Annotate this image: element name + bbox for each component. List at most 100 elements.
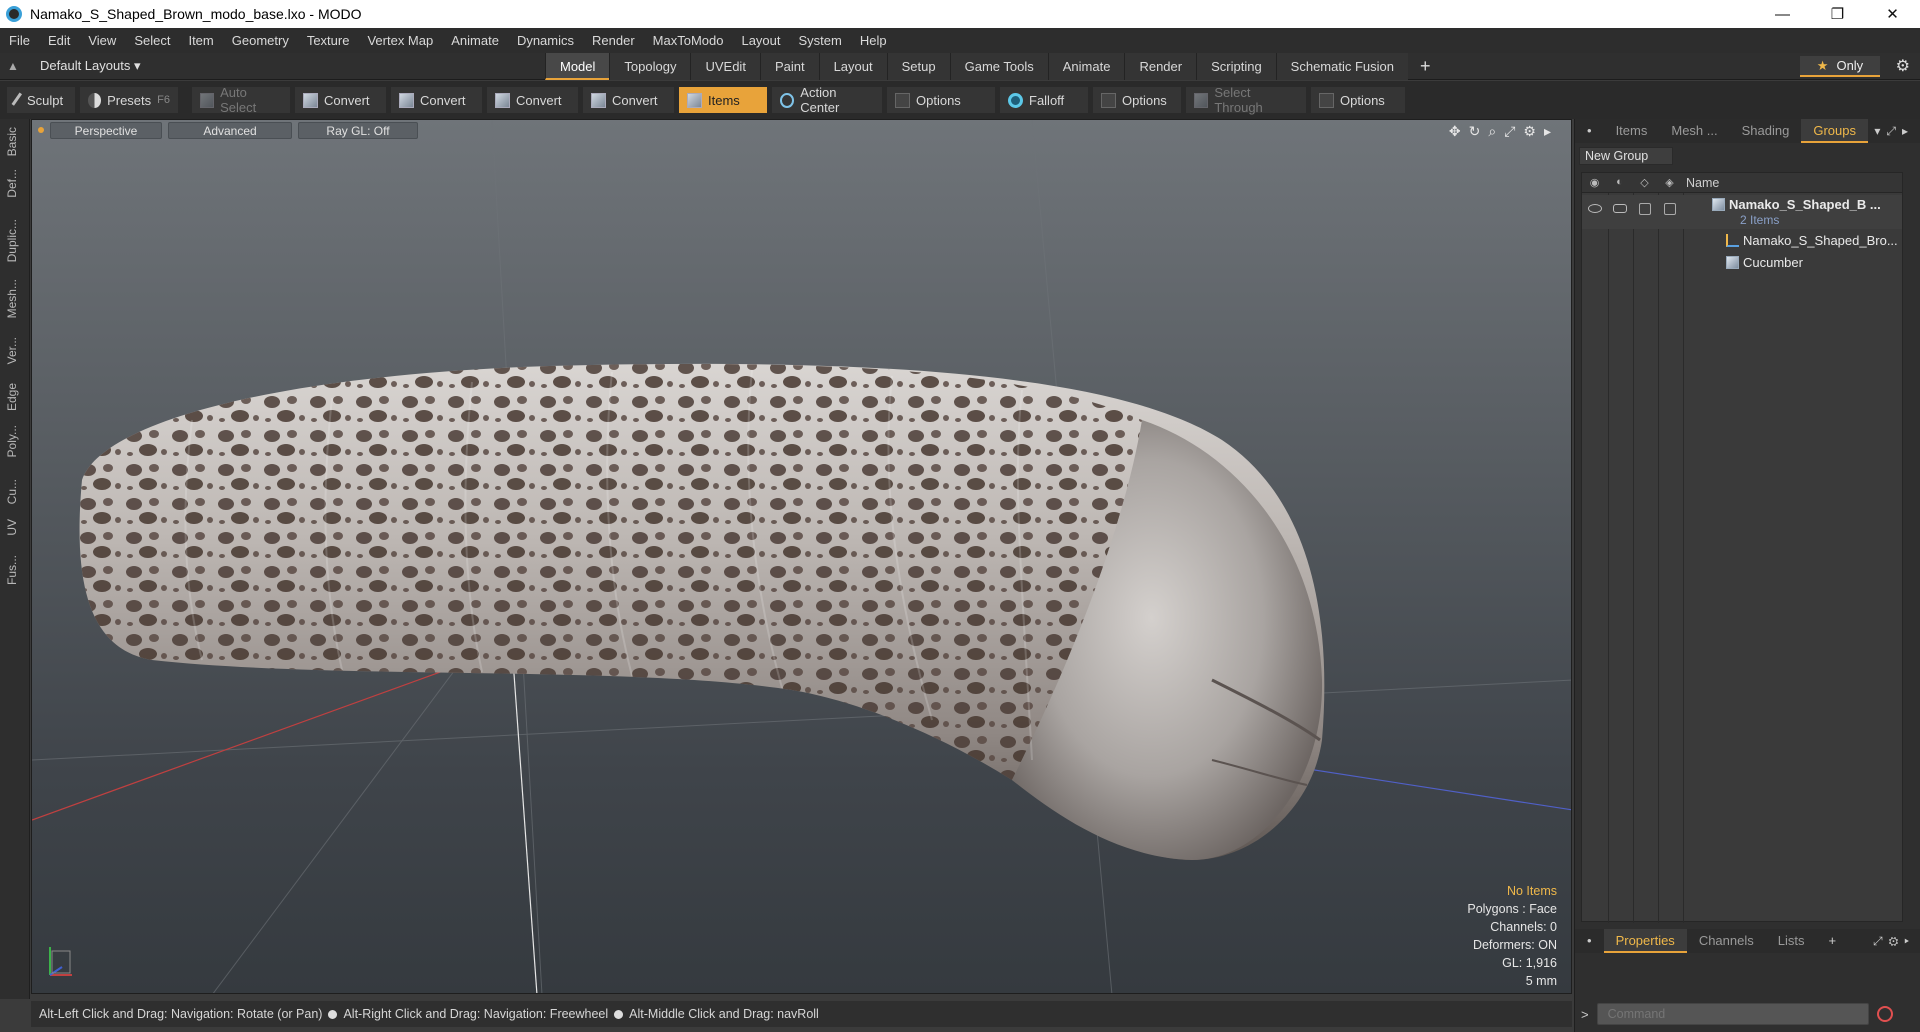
tab-render[interactable]: Render [1124, 52, 1197, 80]
tab-setup[interactable]: Setup [886, 52, 950, 80]
convert-materials-button[interactable]: Convert [582, 86, 675, 114]
viewport-settings-icon[interactable]: ⚙ [1523, 123, 1536, 140]
add-panel-tab-button[interactable]: + [1816, 929, 1848, 953]
strip-tab-curve[interactable]: Cu... [5, 479, 19, 504]
rotate-icon[interactable]: ↻ [1469, 123, 1481, 140]
items-mode-button[interactable]: Items [678, 86, 768, 114]
list-item[interactable]: Cucumber [1582, 253, 1902, 273]
convert-polygons-button[interactable]: Convert [486, 86, 579, 114]
tab-channels[interactable]: Channels [1687, 929, 1766, 953]
lock-column-icon[interactable]: ◇ [1632, 176, 1657, 189]
select-column-icon[interactable]: ◈ [1657, 176, 1682, 189]
menu-view[interactable]: View [79, 28, 125, 53]
presets-button[interactable]: Presets F6 [79, 86, 179, 114]
convert-edges-button[interactable]: Convert [390, 86, 483, 114]
strip-tab-deform[interactable]: Def... [5, 169, 19, 198]
select-toggle[interactable] [1664, 203, 1676, 215]
panel-menu-dot-icon[interactable]: • [1575, 119, 1604, 143]
menu-item[interactable]: Item [179, 28, 222, 53]
render-toggle-icon[interactable] [1613, 204, 1627, 213]
menu-select[interactable]: Select [125, 28, 179, 53]
tab-properties[interactable]: Properties [1603, 929, 1687, 953]
visibility-column-icon[interactable]: ◉ [1582, 176, 1607, 189]
group-row[interactable]: Namako_S_Shaped_B ... 2 Items [1582, 195, 1902, 229]
eye-icon[interactable] [1588, 204, 1602, 213]
strip-tab-uv[interactable]: UV [5, 519, 19, 536]
tab-uvedit[interactable]: UVEdit [690, 52, 760, 80]
tab-shading[interactable]: Shading [1730, 119, 1802, 143]
falloff-button[interactable]: Falloff [999, 86, 1089, 114]
panel-controls-icon[interactable]: ▾⤢▸ [1874, 124, 1920, 139]
scale-info: 5 mm [1525, 974, 1557, 988]
minimize-button[interactable]: — [1755, 0, 1810, 28]
gear-icon[interactable]: ⚙ [1896, 56, 1910, 76]
menu-dynamics[interactable]: Dynamics [508, 28, 583, 53]
render-column-icon[interactable]: ◐ [1607, 176, 1632, 189]
convert-vertices-button[interactable]: Convert [294, 86, 387, 114]
sea-cucumber-model[interactable] [79, 363, 1325, 860]
fit-view-icon[interactable]: ⤢ [1504, 123, 1515, 140]
panel-controls-icon[interactable]: ⤢⚙▸ [1873, 934, 1920, 949]
tab-scripting[interactable]: Scripting [1196, 52, 1276, 80]
tab-model[interactable]: Model [545, 52, 610, 80]
menu-texture[interactable]: Texture [298, 28, 359, 53]
record-macro-icon[interactable] [1876, 1006, 1893, 1022]
view-type-dropdown[interactable]: Perspective [50, 121, 162, 139]
tab-animate[interactable]: Animate [1047, 52, 1125, 80]
command-input[interactable] [1596, 1003, 1869, 1025]
menu-render[interactable]: Render [583, 28, 644, 53]
menu-geometry[interactable]: Geometry [223, 28, 298, 53]
menu-file[interactable]: File [0, 28, 39, 53]
auto-select-button[interactable]: Auto Select [191, 85, 291, 115]
pan-icon[interactable]: ✥ [1449, 123, 1461, 140]
viewport-info-overlay: No Items Polygons : Face Channels: 0 Def… [1467, 882, 1557, 990]
name-column-header[interactable]: Name [1686, 176, 1719, 190]
strip-tab-polygon[interactable]: Poly... [5, 425, 19, 457]
strip-tab-basic[interactable]: Basic [5, 127, 19, 156]
select-through-button[interactable]: Select Through [1185, 85, 1307, 115]
menu-vertex-map[interactable]: Vertex Map [358, 28, 442, 53]
restore-button[interactable]: ❐ [1810, 0, 1865, 28]
menu-edit[interactable]: Edit [39, 28, 79, 53]
layout-selector[interactable]: Default Layouts ▾ [40, 58, 545, 74]
tab-game-tools[interactable]: Game Tools [949, 52, 1048, 80]
tab-mesh[interactable]: Mesh ... [1659, 119, 1729, 143]
tab-lists[interactable]: Lists [1766, 929, 1817, 953]
strip-tab-fusion[interactable]: Fus... [5, 555, 19, 585]
action-center-options-button[interactable]: Options [886, 86, 996, 114]
shading-mode-dropdown[interactable]: Advanced [168, 121, 292, 139]
raygl-toggle[interactable]: Ray GL: Off [298, 121, 418, 139]
panel-menu-dot-icon[interactable]: • [1575, 929, 1604, 953]
menu-system[interactable]: System [790, 28, 851, 53]
scene-render[interactable] [32, 120, 1572, 994]
tab-groups[interactable]: Groups [1801, 119, 1868, 143]
menu-layout[interactable]: Layout [732, 28, 789, 53]
close-button[interactable]: ✕ [1865, 0, 1920, 28]
strip-tab-duplicate[interactable]: Duplic... [5, 219, 19, 262]
list-item[interactable]: Namako_S_Shaped_Bro... [1582, 231, 1902, 251]
menu-maxtomodo[interactable]: MaxToModo [644, 28, 733, 53]
lock-toggle[interactable] [1639, 203, 1651, 215]
strip-tab-mesh[interactable]: Mesh... [5, 279, 19, 318]
new-group-button[interactable]: New Group [1579, 147, 1673, 165]
add-tab-button[interactable]: + [1408, 53, 1443, 80]
tab-topology[interactable]: Topology [609, 52, 691, 80]
tab-layout[interactable]: Layout [818, 52, 887, 80]
menu-animate[interactable]: Animate [442, 28, 508, 53]
strip-tab-edge[interactable]: Edge [5, 383, 19, 411]
strip-tab-vertex[interactable]: Ver... [5, 337, 19, 364]
falloff-options-button[interactable]: Options [1092, 86, 1182, 114]
select-through-options-button[interactable]: Options [1310, 86, 1406, 114]
tab-items[interactable]: Items [1604, 119, 1660, 143]
tab-paint[interactable]: Paint [759, 52, 819, 80]
tab-schematic-fusion[interactable]: Schematic Fusion [1275, 52, 1408, 80]
action-center-button[interactable]: Action Center [771, 85, 883, 115]
only-toggle[interactable]: ★ Only [1800, 56, 1880, 77]
expand-arrow-icon[interactable]: ▸ [1544, 123, 1551, 140]
zoom-icon[interactable]: ⌕ [1488, 123, 1496, 140]
3d-viewport[interactable]: Perspective Advanced Ray GL: Off ✥ ↻ ⌕ ⤢… [31, 119, 1572, 994]
menu-help[interactable]: Help [851, 28, 896, 53]
sculpt-button[interactable]: Sculpt [6, 86, 76, 114]
collapse-up-icon[interactable]: ▲ [0, 59, 26, 73]
viewport-menu-dot-icon[interactable] [38, 127, 44, 133]
